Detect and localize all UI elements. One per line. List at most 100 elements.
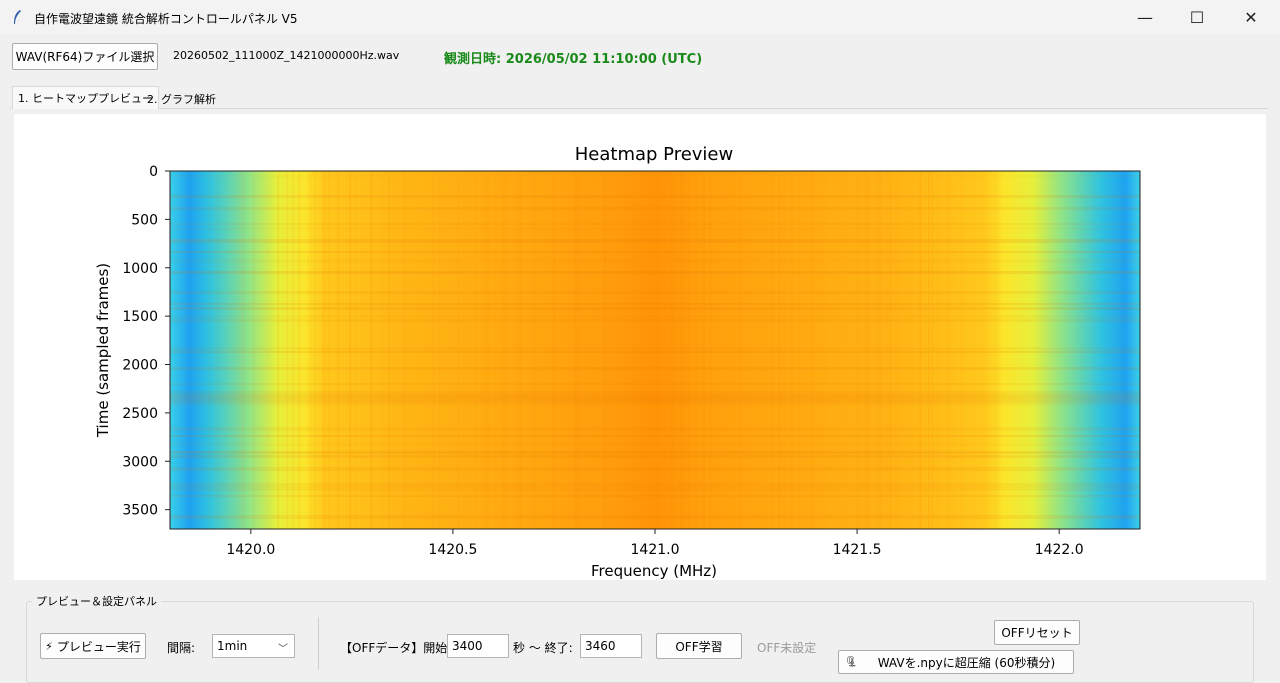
freq-streak	[994, 171, 997, 529]
y-tick-label: 3500	[122, 503, 158, 519]
freq-streak	[946, 171, 949, 529]
freq-streak	[292, 171, 295, 529]
freq-streak	[640, 171, 642, 529]
x-tick-label: 1421.0	[631, 542, 680, 558]
minimize-icon: —	[1137, 7, 1153, 27]
minimize-button[interactable]: —	[1120, 0, 1170, 34]
freq-streak	[298, 171, 301, 529]
freq-streak	[316, 171, 318, 529]
x-tick-label: 1420.5	[428, 542, 477, 558]
off-status-label: OFF未設定	[757, 641, 817, 655]
freq-streak	[532, 171, 535, 529]
feather-icon	[14, 10, 21, 24]
freq-streak	[919, 171, 922, 529]
freq-streak	[517, 171, 520, 529]
freq-streak	[658, 171, 659, 529]
freq-streak	[217, 171, 218, 529]
freq-streak	[502, 171, 505, 529]
freq-streak	[778, 171, 781, 529]
off-end-label: 秒 〜 終了:	[513, 641, 573, 655]
freq-streak	[703, 171, 706, 529]
freq-streak	[811, 171, 814, 529]
panel-separator	[318, 617, 319, 670]
freq-streak	[349, 171, 352, 529]
panel-title: プレビュー＆設定パネル	[32, 593, 161, 609]
freq-streak	[385, 171, 387, 529]
freq-streak	[670, 171, 673, 529]
freq-streak	[439, 171, 441, 529]
freq-streak	[790, 171, 792, 529]
y-axis: 0 500 1000 1500 2000 2500 3000 3500	[122, 164, 170, 519]
freq-streak	[574, 171, 577, 529]
heatmap-chart: Heatmap Preview 0 500 1000 1500 2000 2500 3000…	[94, 144, 1141, 580]
freq-streak	[817, 171, 819, 529]
freq-streak	[868, 171, 870, 529]
freq-streak	[784, 171, 786, 529]
freq-streak	[937, 171, 939, 529]
freq-streak	[886, 171, 888, 529]
observation-time-label: 観測日時: 2026/05/02 11:10:00 (UTC)	[444, 52, 703, 67]
freq-streak	[241, 171, 244, 529]
freq-streak	[475, 171, 477, 529]
off-reset-button[interactable]: OFFリセット	[994, 620, 1080, 645]
compress-wav-button[interactable]: 🗜 WAVを.npyに超圧縮 (60秒積分)	[838, 650, 1074, 674]
chart-title: Heatmap Preview	[575, 144, 733, 165]
freq-streak	[313, 171, 316, 529]
freq-streak	[286, 171, 289, 529]
freq-streak	[694, 171, 695, 529]
freq-streak	[682, 171, 685, 529]
freq-streak	[388, 171, 391, 529]
off-end-input[interactable]: 3460	[580, 634, 642, 658]
freq-streak	[457, 171, 460, 529]
freq-streak	[325, 171, 326, 529]
freq-streak	[856, 171, 858, 529]
freq-streak	[709, 171, 712, 529]
close-icon: ✕	[1244, 7, 1258, 27]
tab-heatmap-preview[interactable]: 1. ヒートマッププレビュー	[12, 86, 159, 109]
freq-streak	[403, 171, 406, 529]
freq-streak	[679, 171, 682, 529]
freq-streak	[505, 171, 507, 529]
freq-streak	[880, 171, 882, 529]
compress-icon: 🗜	[845, 656, 858, 668]
freq-streak	[394, 171, 396, 529]
x-tick-label: 1422.0	[1035, 542, 1084, 558]
compress-wav-label: WAVを.npyに超圧縮 (60秒積分)	[877, 655, 1056, 670]
freq-streak	[865, 171, 868, 529]
freq-streak	[487, 171, 490, 529]
freq-streak	[535, 171, 536, 529]
close-button[interactable]: ✕	[1226, 0, 1276, 34]
lightning-icon: ⚡	[45, 639, 53, 653]
select-file-button[interactable]: WAV(RF64)ファイル選択	[12, 43, 158, 70]
filename-label: 20260502_111000Z_1421000000Hz.wav	[173, 49, 400, 62]
maximize-icon: ☐	[1189, 7, 1205, 27]
freq-streak	[520, 171, 523, 529]
y-tick-label: 1000	[122, 261, 158, 277]
freq-streak	[877, 171, 880, 529]
freq-streak	[580, 171, 582, 529]
freq-streak	[484, 171, 486, 529]
y-axis-label: Time (sampled frames)	[94, 263, 112, 438]
x-axis-label: Frequency (MHz)	[591, 562, 717, 580]
run-preview-button[interactable]: ⚡ プレビュー実行	[40, 633, 146, 659]
freq-streak	[823, 171, 825, 529]
freq-streak	[238, 171, 240, 529]
off-start-input[interactable]: 3400	[447, 634, 509, 658]
freq-streak	[928, 171, 930, 529]
freq-streak	[244, 171, 245, 529]
freq-streak	[607, 171, 609, 529]
window-title: 自作電波望遠鏡 統合解析コントロールパネル V5	[34, 12, 298, 26]
x-tick-label: 1420.0	[226, 542, 275, 558]
tab-graph-analysis[interactable]: 2. グラフ解析	[142, 88, 221, 110]
freq-streak	[697, 171, 698, 529]
freq-streak	[277, 171, 280, 529]
freq-streak	[481, 171, 483, 529]
freq-streak	[739, 171, 741, 529]
interval-select[interactable]: 1min ﹀	[212, 634, 295, 658]
off-learn-button[interactable]: OFF学習	[656, 633, 742, 659]
freq-streak	[337, 171, 340, 529]
freq-streak	[859, 171, 862, 529]
y-tick-label: 2500	[122, 406, 158, 422]
freq-streak	[889, 171, 892, 529]
maximize-button[interactable]: ☐	[1172, 0, 1222, 34]
